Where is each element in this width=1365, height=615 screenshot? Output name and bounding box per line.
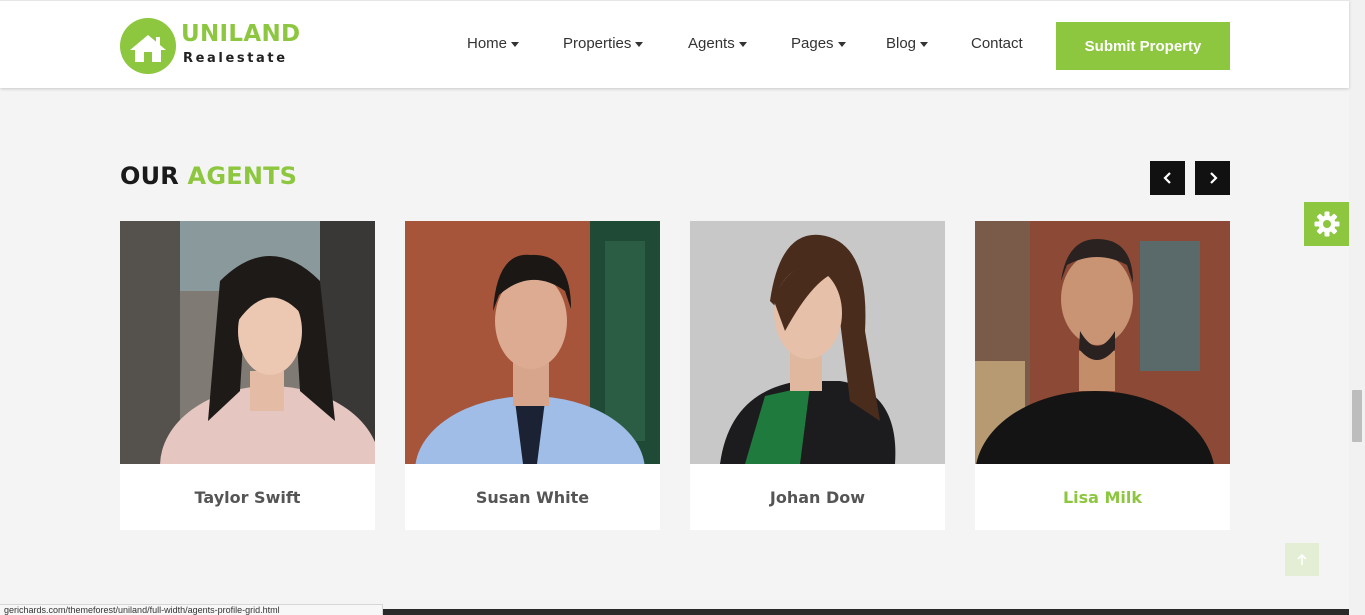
- footer-section-edge: [383, 609, 1349, 615]
- browser-status-bar: gerichards.com/themeforest/uniland/full-…: [0, 604, 383, 615]
- agent-name[interactable]: Johan Dow: [690, 464, 945, 530]
- agent-name[interactable]: Taylor Swift: [120, 464, 375, 530]
- caret-down-icon: [738, 41, 747, 47]
- nav-pages[interactable]: Pages: [791, 35, 846, 52]
- nav-label: Agents: [688, 35, 735, 52]
- site-header: UNILAND Realestate Home Properties Agent…: [0, 0, 1349, 88]
- nav-contact[interactable]: Contact: [971, 35, 1023, 52]
- nav-label: Pages: [791, 35, 834, 52]
- nav-label: Contact: [971, 35, 1023, 52]
- agent-name[interactable]: Susan White: [405, 464, 660, 530]
- page: UNILAND Realestate Home Properties Agent…: [0, 0, 1365, 615]
- nav-properties[interactable]: Properties: [563, 35, 644, 52]
- section-title-accent: AGENTS: [187, 162, 298, 190]
- scrollbar-thumb[interactable]: [1352, 390, 1362, 442]
- nav-label: Properties: [563, 35, 632, 52]
- agent-card[interactable]: Susan White: [405, 221, 660, 530]
- nav-home[interactable]: Home: [467, 35, 520, 52]
- caret-down-icon: [635, 41, 644, 47]
- section-title: OUR AGENTS: [120, 162, 297, 190]
- page-scrollbar[interactable]: [1349, 0, 1365, 615]
- caret-down-icon: [837, 41, 846, 47]
- agent-photo[interactable]: [405, 221, 660, 464]
- nav-label: Blog: [886, 35, 917, 52]
- gear-icon: [1314, 211, 1339, 237]
- carousel-prev-button[interactable]: [1150, 161, 1185, 195]
- carousel-next-button[interactable]: [1195, 161, 1230, 195]
- chevron-right-icon: [1209, 172, 1218, 184]
- arrow-up-icon: [1297, 553, 1307, 565]
- section-title-main: OUR: [120, 162, 179, 190]
- agent-photo[interactable]: [690, 221, 945, 464]
- submit-property-button[interactable]: Submit Property: [1056, 22, 1230, 70]
- agent-card[interactable]: Lisa Milk: [975, 221, 1230, 530]
- agent-photo[interactable]: [975, 221, 1230, 464]
- caret-down-icon: [511, 41, 520, 47]
- chevron-left-icon: [1162, 172, 1171, 184]
- settings-toggle-button[interactable]: [1304, 202, 1349, 246]
- agent-photo[interactable]: [120, 221, 375, 464]
- caret-down-icon: [920, 41, 929, 47]
- agent-card[interactable]: Taylor Swift: [120, 221, 375, 530]
- agent-card[interactable]: Johan Dow: [690, 221, 945, 530]
- back-to-top-button[interactable]: [1285, 543, 1319, 576]
- nav-agents[interactable]: Agents: [688, 35, 747, 52]
- nav-label: Home: [467, 35, 508, 52]
- nav-blog[interactable]: Blog: [886, 35, 929, 52]
- agent-name[interactable]: Lisa Milk: [975, 464, 1230, 530]
